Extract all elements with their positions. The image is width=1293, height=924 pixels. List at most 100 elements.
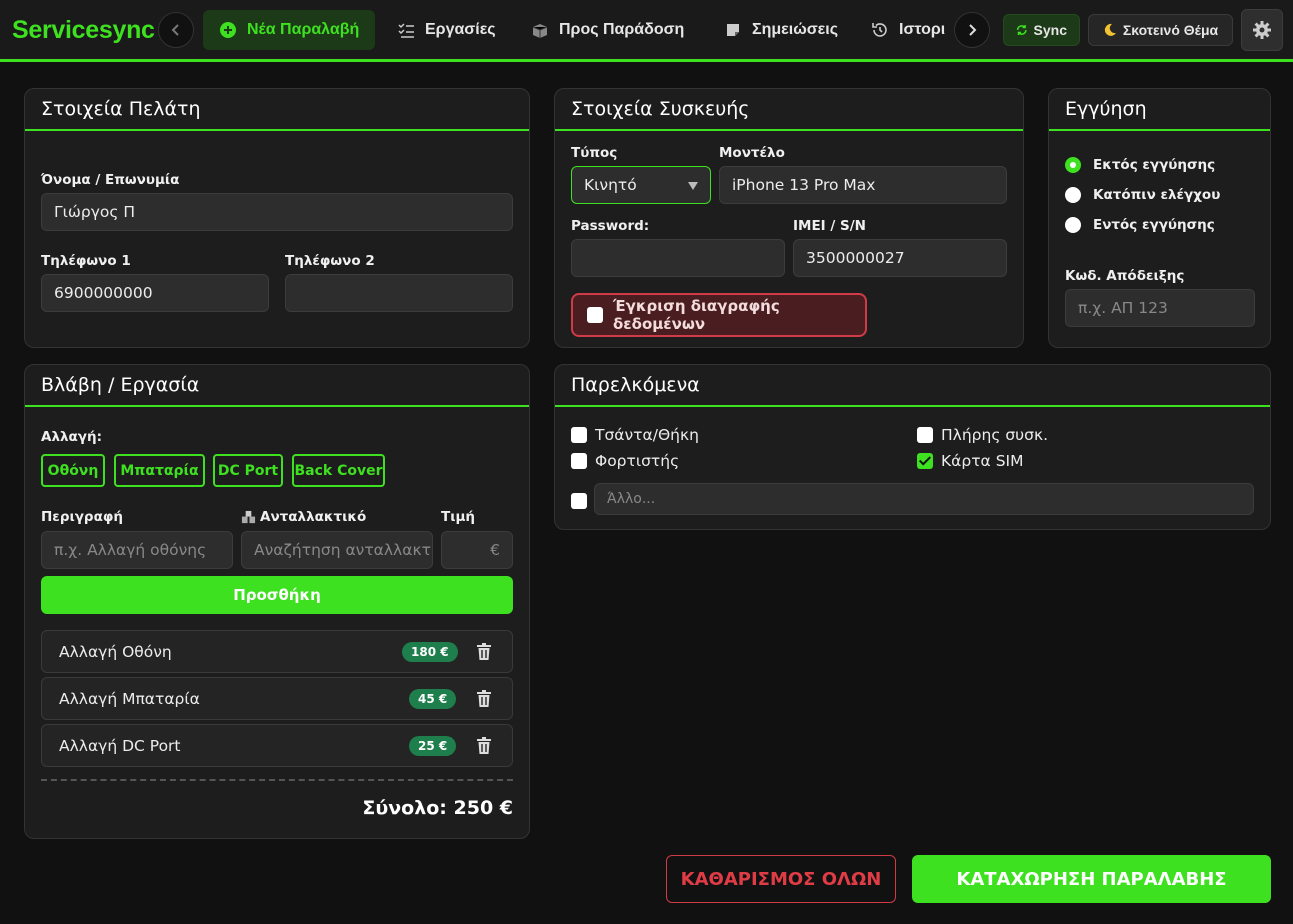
- customer-card-title: Στοιχεία Πελάτη: [25, 89, 529, 131]
- other-accessory-checkbox[interactable]: [571, 493, 587, 509]
- scroll-left-button[interactable]: [158, 12, 194, 48]
- moon-icon: [1104, 23, 1116, 36]
- job-item-name: Αλλαγή DC Port: [59, 736, 181, 755]
- trash-icon[interactable]: [476, 643, 492, 661]
- tab-jobs[interactable]: Εργασίες: [383, 10, 510, 50]
- price-input[interactable]: €: [441, 531, 513, 569]
- price-label: Τιμή: [441, 509, 476, 525]
- name-input[interactable]: Γιώργος Π: [41, 193, 513, 231]
- theme-toggle-button[interactable]: Σκοτεινό Θέμα: [1088, 14, 1233, 46]
- checklist-icon: [398, 23, 414, 38]
- customer-card: Στοιχεία Πελάτη Όνομα / Επωνυμία Γιώργος…: [24, 88, 530, 348]
- settings-button[interactable]: [1241, 9, 1283, 51]
- nav-tabs: Νέα Παραλαβή Εργασίες Προς Παράδοση Σημε…: [203, 10, 948, 50]
- add-job-button[interactable]: Προσθήκη: [41, 576, 513, 614]
- password-input[interactable]: [571, 239, 785, 277]
- tab-to-deliver[interactable]: Προς Παράδοση: [517, 10, 698, 50]
- accessory-sim-card[interactable]: Κάρτα SIM: [917, 452, 1023, 470]
- warranty-card: Εγγύηση Εκτός εγγύησης Κατόπιν ελέγχου Ε…: [1048, 88, 1271, 348]
- tab-notes[interactable]: Σημειώσεις: [710, 10, 852, 50]
- warranty-option-label: Εκτός εγγύησης: [1093, 157, 1216, 173]
- receipt-label: Κωδ. Απόδειξης: [1065, 268, 1185, 284]
- accessory-charger[interactable]: Φορτιστής: [571, 452, 679, 470]
- tab-label: Ιστορι: [899, 21, 946, 38]
- clear-all-button[interactable]: ΚΑΘΑΡΙΣΜΟΣ ΟΛΩΝ: [666, 855, 896, 903]
- type-label: Τύπος: [571, 145, 618, 161]
- trash-icon[interactable]: [476, 737, 492, 755]
- trash-icon[interactable]: [476, 690, 492, 708]
- consent-checkbox[interactable]: [587, 307, 603, 323]
- part-label: Ανταλλακτικό: [260, 509, 367, 525]
- chevron-right-icon: [969, 24, 977, 36]
- password-label: Password:: [571, 218, 650, 234]
- job-item-price: 45 €: [409, 689, 457, 709]
- accessory-checkbox[interactable]: [571, 453, 587, 469]
- accessory-label: Κάρτα SIM: [941, 452, 1024, 470]
- job-item-price: 180 €: [402, 642, 458, 662]
- warranty-option-label: Εντός εγγύησης: [1093, 217, 1215, 233]
- accessory-label: Τσάντα/Θήκη: [595, 426, 699, 444]
- radio-unselected[interactable]: [1065, 187, 1081, 203]
- chip-battery[interactable]: Μπαταρία: [114, 454, 205, 487]
- scroll-right-button[interactable]: [954, 12, 990, 48]
- gear-icon: [1253, 21, 1271, 39]
- job-card: Βλάβη / Εργασία Αλλαγή: Οθόνη Μπαταρία D…: [24, 364, 530, 839]
- caret-down-icon: [688, 182, 698, 190]
- top-navbar: Servicesync Νέα Παραλαβή Εργασίες Προς Π…: [0, 0, 1293, 62]
- accessory-checkbox[interactable]: [571, 427, 587, 443]
- imei-label: IMEI / S/N: [793, 218, 866, 234]
- job-item: Αλλαγή Μπαταρία 45 €: [41, 677, 513, 720]
- warranty-option-out[interactable]: Εκτός εγγύησης: [1065, 157, 1215, 173]
- description-label: Περιγραφή: [41, 509, 124, 525]
- consent-label: Έγκριση διαγραφής δεδομένων: [613, 297, 780, 333]
- other-accessory-input[interactable]: Άλλο...: [594, 483, 1254, 515]
- phone1-input[interactable]: 6900000000: [41, 274, 269, 312]
- chip-dc-port[interactable]: DC Port: [213, 454, 283, 487]
- description-input[interactable]: π.χ. Αλλαγή οθόνης: [41, 531, 233, 569]
- warranty-option-check[interactable]: Κατόπιν ελέγχου: [1065, 187, 1220, 203]
- job-item-name: Αλλαγή Οθόνη: [59, 642, 172, 661]
- accessories-card-title: Παρελκόμενα: [555, 365, 1270, 407]
- tab-label: Σημειώσεις: [752, 21, 839, 38]
- data-wipe-consent[interactable]: Έγκριση διαγραφής δεδομένων: [571, 293, 867, 337]
- phone2-label: Τηλέφωνο 2: [285, 253, 375, 269]
- model-input[interactable]: iPhone 13 Pro Max: [719, 166, 1007, 204]
- tab-new-intake[interactable]: Νέα Παραλαβή: [203, 10, 376, 50]
- warranty-card-title: Εγγύηση: [1049, 89, 1270, 131]
- type-select[interactable]: Κινητό: [571, 166, 711, 204]
- job-card-title: Βλάβη / Εργασία: [25, 365, 529, 407]
- imei-input[interactable]: 3500000027: [793, 239, 1007, 277]
- part-search-input[interactable]: Αναζήτηση ανταλλακτι: [241, 531, 433, 569]
- tab-label: Εργασίες: [425, 21, 496, 38]
- warranty-option-in[interactable]: Εντός εγγύησης: [1065, 217, 1215, 233]
- warranty-option-label: Κατόπιν ελέγχου: [1093, 187, 1221, 203]
- submit-intake-button[interactable]: ΚΑΤΑΧΩΡΗΣΗ ΠΑΡΑΛΑΒΗΣ: [912, 855, 1271, 903]
- radio-selected[interactable]: [1065, 157, 1081, 173]
- brand-logo[interactable]: Servicesync: [12, 16, 155, 45]
- sync-label: Sync: [1033, 22, 1067, 38]
- refresh-icon: [1016, 25, 1027, 35]
- phone2-input[interactable]: [285, 274, 513, 312]
- chip-screen[interactable]: Οθόνη: [41, 454, 105, 487]
- receipt-input[interactable]: π.χ. ΑΠ 123: [1065, 289, 1255, 327]
- device-card-title: Στοιχεία Συσκευής: [555, 89, 1023, 131]
- chip-back-cover[interactable]: Back Cover: [292, 454, 385, 487]
- accessory-checkbox-checked[interactable]: [917, 453, 933, 469]
- tab-label: Προς Παράδοση: [559, 21, 685, 38]
- history-icon: [872, 23, 887, 37]
- phone1-label: Τηλέφωνο 1: [41, 253, 131, 269]
- accessory-label: Φορτιστής: [595, 452, 680, 470]
- tab-history[interactable]: Ιστορι: [857, 10, 948, 50]
- type-value: Κινητό: [584, 176, 637, 194]
- job-item-name: Αλλαγή Μπαταρία: [59, 689, 200, 708]
- radio-unselected[interactable]: [1065, 217, 1081, 233]
- device-card: Στοιχεία Συσκευής Τύπος Κινητό Μοντέλο i…: [554, 88, 1024, 348]
- name-label: Όνομα / Επωνυμία: [41, 172, 180, 188]
- accessory-bag[interactable]: Τσάντα/Θήκη: [571, 426, 699, 444]
- chevron-left-icon: [171, 24, 179, 36]
- sync-button[interactable]: Sync: [1003, 14, 1080, 46]
- accessory-full-device[interactable]: Πλήρης συσκ.: [917, 426, 1048, 444]
- job-total: Σύνολο: 250 €: [362, 797, 513, 819]
- accessory-checkbox[interactable]: [917, 427, 933, 443]
- plus-circle-icon: [220, 22, 236, 38]
